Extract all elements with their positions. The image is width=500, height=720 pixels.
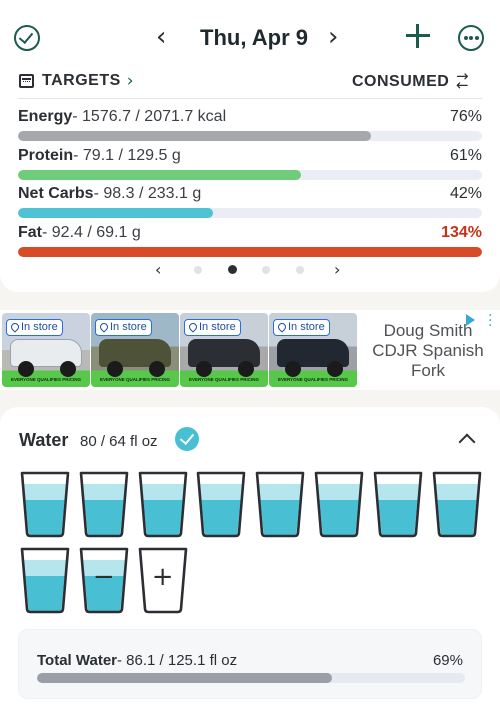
page-indicator: ‹ › — [150, 260, 350, 280]
progress-fill — [37, 673, 333, 683]
ad-image[interactable]: In store EVERYONE QUALIFIES PRICING — [180, 313, 268, 387]
targets-link[interactable]: TARGETS › — [19, 70, 134, 92]
water-cup-filled[interactable] — [19, 546, 71, 614]
ad-caption: EVERYONE QUALIFIES PRICING — [10, 377, 82, 382]
targets-card: TARGETS › CONSUMED → ← Energy- 1576.7 / 2… — [0, 64, 500, 292]
check-circle-icon[interactable] — [14, 25, 40, 51]
divider — [18, 98, 482, 99]
page-dot-active[interactable] — [228, 265, 237, 274]
nutrient-row-energy[interactable]: Energy- 1576.7 / 2071.7 kcal 76% — [18, 108, 482, 146]
wheel — [107, 361, 123, 377]
progress-track — [18, 170, 482, 180]
nutrient-name: Protein — [18, 147, 74, 164]
water-cup-filled[interactable] — [19, 470, 71, 538]
water-cup-filled[interactable] — [313, 470, 365, 538]
nutrient-value: - 98.3 / 233.1 g — [93, 185, 202, 202]
water-title: Water — [19, 430, 69, 450]
location-pin-icon: In store — [95, 319, 152, 336]
ad-image[interactable]: In store EVERYONE QUALIFIES PRICING — [2, 313, 90, 387]
more-options-icon[interactable] — [458, 25, 484, 51]
nutrient-percent: 134% — [441, 224, 482, 241]
wheel — [196, 361, 212, 377]
progress-track — [18, 247, 482, 257]
nutrient-name: Net Carbs — [18, 185, 94, 202]
water-cup-filled[interactable] — [137, 470, 189, 538]
chevron-up-icon[interactable] — [458, 429, 476, 447]
water-cup-filled[interactable] — [78, 470, 130, 538]
nutrient-percent: 42% — [449, 185, 482, 202]
goal-met-check-icon — [175, 427, 199, 451]
minus-icon: − — [92, 562, 115, 592]
total-water-value: - 86.1 / 125.1 fl oz — [117, 652, 238, 669]
wheel — [18, 361, 34, 377]
pager-next-button[interactable]: › — [334, 260, 340, 279]
ad-choices-icon[interactable] — [466, 314, 475, 326]
water-cup-filled[interactable] — [254, 470, 306, 538]
nutrient-value: - 79.1 / 129.5 g — [73, 147, 181, 164]
progress-track — [18, 208, 482, 218]
ad-banner[interactable]: In store EVERYONE QUALIFIES PRICING In s… — [0, 309, 500, 390]
location-pin-icon: In store — [184, 319, 241, 336]
total-water-label: Total Water — [37, 652, 118, 669]
location-pin-icon: In store — [273, 319, 330, 336]
pager-prev-button[interactable]: ‹ — [155, 260, 161, 279]
progress-fill — [18, 247, 482, 257]
add-icon[interactable] — [404, 22, 432, 50]
page-dot[interactable] — [296, 266, 304, 274]
chevron-right-icon: › — [126, 71, 134, 91]
top-bar: ‹ Thu, Apr 9 › — [0, 0, 500, 64]
calendar-icon — [19, 74, 34, 88]
progress-track — [37, 673, 465, 683]
nutrient-percent: 76% — [449, 108, 482, 125]
ad-image[interactable]: In store EVERYONE QUALIFIES PRICING — [269, 313, 357, 387]
nutrient-value: - 1576.7 / 2071.7 kcal — [72, 108, 227, 125]
targets-title: TARGETS — [42, 72, 121, 89]
consumed-toggle[interactable]: CONSUMED — [352, 73, 449, 91]
ad-caption: EVERYONE QUALIFIES PRICING — [99, 377, 171, 382]
ad-caption: EVERYONE QUALIFIES PRICING — [188, 377, 260, 382]
page-dot[interactable] — [262, 266, 270, 274]
location-pin-icon: In store — [6, 319, 63, 336]
plus-icon: + — [151, 562, 174, 592]
total-water-summary: Total Water- 86.1 / 125.1 fl oz 69% — [18, 629, 482, 699]
swap-arrows-icon[interactable]: → ← — [456, 69, 480, 93]
nutrient-name: Fat — [18, 224, 42, 241]
wheel — [149, 361, 165, 377]
nutrient-row-protein[interactable]: Protein- 79.1 / 129.5 g 61% — [18, 147, 482, 185]
ad-image[interactable]: In store EVERYONE QUALIFIES PRICING — [91, 313, 179, 387]
wheel — [327, 361, 343, 377]
ad-menu-icon[interactable]: · · · — [488, 309, 492, 333]
wheel — [285, 361, 301, 377]
previous-day-button[interactable]: ‹ — [156, 22, 166, 52]
ad-caption: EVERYONE QUALIFIES PRICING — [277, 377, 349, 382]
nutrient-row-fat[interactable]: Fat- 92.4 / 69.1 g 134% — [18, 224, 482, 262]
current-date[interactable]: Thu, Apr 9 — [184, 25, 324, 51]
water-amount: 80 / 64 fl oz — [80, 433, 158, 450]
water-cup-filled[interactable] — [431, 470, 483, 538]
page-dot[interactable] — [194, 266, 202, 274]
total-water-percent: 69% — [432, 652, 463, 669]
water-cup-filled[interactable] — [195, 470, 247, 538]
nutrient-percent: 61% — [449, 147, 482, 164]
advertiser-name[interactable]: Doug Smith CDJR Spanish Fork — [366, 321, 490, 381]
nutrient-row-net-carbs[interactable]: Net Carbs- 98.3 / 233.1 g 42% — [18, 185, 482, 223]
nutrient-value: - 92.4 / 69.1 g — [42, 224, 141, 241]
add-cup-button[interactable]: + — [137, 546, 189, 614]
water-card: Water 80 / 64 fl oz − + Total Water- 86.… — [0, 407, 500, 720]
progress-track — [18, 131, 482, 141]
next-day-button[interactable]: › — [328, 22, 338, 52]
wheel — [238, 361, 254, 377]
progress-fill — [18, 131, 371, 141]
wheel — [60, 361, 76, 377]
water-cup-filled[interactable] — [372, 470, 424, 538]
nutrient-name: Energy — [18, 108, 73, 125]
remove-cup-button[interactable]: − — [78, 546, 130, 614]
progress-fill — [18, 170, 302, 180]
progress-fill — [18, 208, 213, 218]
